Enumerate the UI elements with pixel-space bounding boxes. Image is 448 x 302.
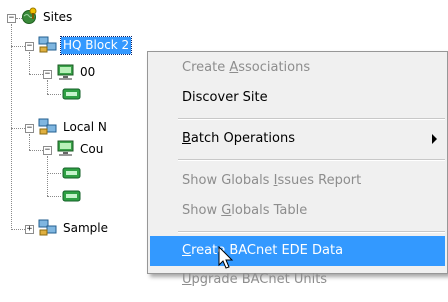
tree-connector <box>47 173 61 174</box>
menu-item-label: lobals Table <box>231 203 308 218</box>
menu-item-label: reate BACnet EDE Data <box>191 243 344 258</box>
monitor-icon <box>56 140 76 161</box>
access-key: U <box>182 272 192 287</box>
green-device-icon[interactable] <box>62 190 82 205</box>
menu-item-show-globals-issues-report[interactable]: Show Globals Issues Report <box>150 166 445 196</box>
menu-item-upgrade-bacnet-units[interactable]: Upgrade BACnet Units <box>150 265 445 286</box>
tree-connector <box>29 74 43 75</box>
tree-node-sites[interactable]: Sites <box>43 9 72 26</box>
tree-connector <box>47 196 61 197</box>
tree-node-device[interactable]: 00 <box>80 64 95 81</box>
tree-connector <box>29 150 43 151</box>
menu-item-label: ssociations <box>238 60 311 75</box>
tree-connector <box>47 94 61 95</box>
menu-separator <box>178 231 445 233</box>
tree-node-local-network[interactable]: Local N <box>63 119 107 136</box>
tree-connector <box>29 134 30 150</box>
network-computers-icon <box>38 118 58 139</box>
tree-connector <box>47 80 48 94</box>
mouse-pointer-icon <box>218 245 234 273</box>
menu-item-label: ssues Report <box>277 173 362 188</box>
tree-connector <box>11 229 25 230</box>
access-key: C <box>182 243 192 258</box>
tree-node-cou[interactable]: Cou <box>80 141 103 158</box>
menu-item-label: Show Globals <box>182 173 274 188</box>
globe-pin-icon <box>21 7 39 30</box>
tree-node-hq-block[interactable]: HQ Block 2 <box>59 36 133 55</box>
context-menu: Create Associations Discover Site Batch … <box>147 51 448 286</box>
network-computers-icon <box>38 36 58 57</box>
expander-device[interactable]: − <box>43 70 52 79</box>
tree-connector <box>11 24 12 230</box>
expander-cou[interactable]: − <box>43 146 52 155</box>
expander-sample[interactable]: + <box>25 225 34 234</box>
tree-node-sample[interactable]: Sample <box>63 220 108 237</box>
menu-item-label: Create <box>182 60 230 75</box>
expander-sites[interactable]: − <box>7 14 16 23</box>
menu-item-batch-operations[interactable]: Batch Operations <box>150 124 445 154</box>
tree-connector <box>11 46 25 47</box>
menu-item-label: atch Operations <box>190 131 295 146</box>
monitor-icon <box>56 64 76 85</box>
green-device-icon[interactable] <box>62 88 82 103</box>
network-computers-icon <box>38 219 58 240</box>
access-key: G <box>221 203 232 218</box>
access-key: A <box>229 60 239 75</box>
access-key: B <box>182 131 191 146</box>
menu-item-show-globals-table[interactable]: Show Globals Table <box>150 196 445 226</box>
menu-item-label: Show <box>182 203 222 218</box>
menu-item-label: Discover Site <box>182 90 268 105</box>
menu-item-discover-site[interactable]: Discover Site <box>150 83 445 113</box>
submenu-arrow-icon <box>432 134 437 144</box>
menu-separator <box>178 118 445 120</box>
menu-item-create-associations[interactable]: Create Associations <box>150 53 445 83</box>
expander-local-network[interactable]: − <box>25 124 34 133</box>
tree-connector <box>29 52 30 74</box>
tree-connector <box>11 128 25 129</box>
menu-item-label: pgrade BACnet Units <box>191 272 328 287</box>
menu-separator <box>178 159 445 161</box>
expander-hq-block[interactable]: − <box>25 42 34 51</box>
menu-item-create-bacnet-ede-data[interactable]: Create BACnet EDE Data <box>150 236 445 266</box>
tree-connector <box>47 156 48 196</box>
green-device-icon[interactable] <box>62 167 82 182</box>
